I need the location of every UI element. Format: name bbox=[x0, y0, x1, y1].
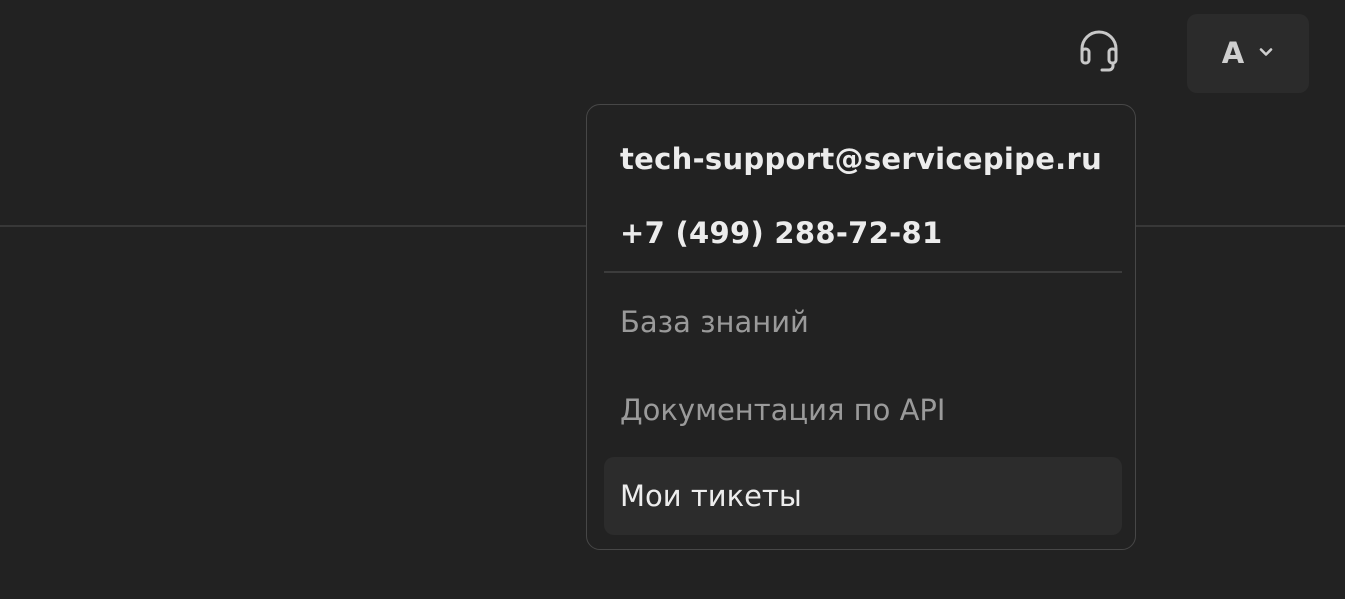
menu-item-my-tickets[interactable]: Мои тикеты bbox=[604, 457, 1122, 535]
account-initial: А bbox=[1221, 36, 1245, 70]
dropdown-divider bbox=[604, 271, 1122, 273]
account-menu-button[interactable]: А bbox=[1187, 14, 1309, 93]
page: А tech-support@servicepipe.ru +7 (499) 2… bbox=[0, 0, 1345, 599]
support-phone[interactable]: +7 (499) 288-72-81 bbox=[620, 219, 942, 248]
menu-item-knowledge-base[interactable]: База знаний bbox=[604, 283, 1122, 361]
support-dropdown: tech-support@servicepipe.ru +7 (499) 288… bbox=[586, 104, 1136, 550]
chevron-down-icon bbox=[1258, 44, 1274, 64]
support-button[interactable] bbox=[1073, 26, 1125, 80]
menu-item-api-docs[interactable]: Документация по API bbox=[604, 371, 1122, 449]
headset-icon bbox=[1077, 28, 1121, 78]
support-email[interactable]: tech-support@servicepipe.ru bbox=[620, 145, 1102, 174]
